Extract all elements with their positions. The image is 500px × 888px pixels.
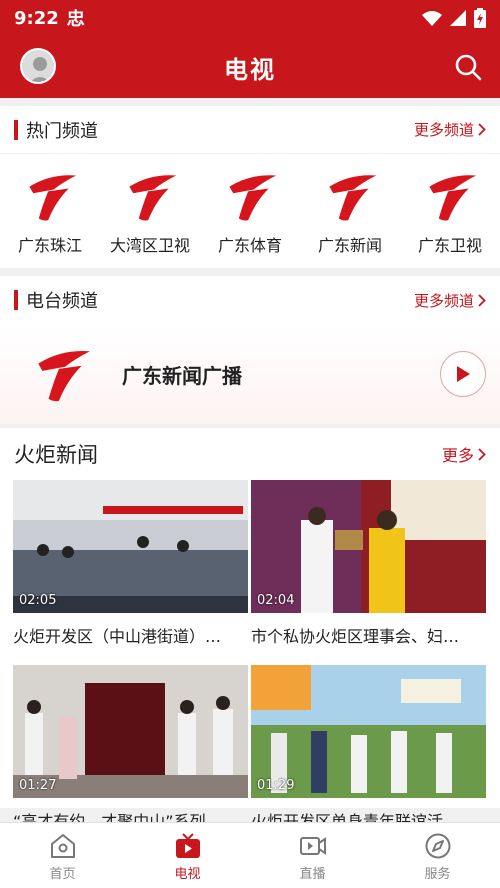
play-button[interactable] [440,351,486,397]
radio-name: 广东新闻广播 [122,363,242,388]
section-title: 电台频道 [26,291,98,312]
radio-item[interactable]: 广东新闻广播 [0,324,500,424]
channel-name: 广东卫视 [417,236,482,255]
channel-name: 广东体育 [217,236,282,255]
more-channels-label: 更多频道 [413,121,474,139]
channel-logo-icon [422,168,478,224]
search-icon[interactable] [454,53,482,81]
channel-item[interactable]: 广东卫视 [402,168,498,256]
news-card[interactable]: 01:29 火炬开发区单身青年联谊活… [251,665,486,832]
news-card[interactable]: 02:05 火炬开发区（中山港街道）… [13,480,248,647]
radio-channels-section: 电台频道 更多频道 广东新闻广播 [0,276,500,424]
news-header: 火炬新闻 更多 [0,428,500,480]
tab-live[interactable]: 直播 [250,823,375,888]
status-bar: 9:22 忠 [0,0,500,36]
news-caption: 市个私协火炬区理事会、妇… [251,627,460,646]
app-header: 电视 [0,36,500,98]
section-title: 火炬新闻 [14,443,98,467]
notification-icon: 忠 [66,9,85,30]
channel-name: 广东珠江 [17,236,82,255]
more-news-label: 更多 [441,446,474,465]
status-time: 9:22 [14,7,59,29]
section-accent-bar [14,290,18,310]
radio-logo-icon [30,343,92,405]
video-duration: 02:04 [257,593,295,608]
battery-icon [474,8,486,28]
avatar[interactable] [20,48,56,84]
channel-item[interactable]: 广东珠江 [2,168,98,256]
video-thumbnail: 02:04 [251,480,486,613]
tab-tv[interactable]: 电视 [125,823,250,888]
live-icon [299,837,326,855]
more-news-link[interactable]: 更多 [442,442,486,466]
home-icon [50,834,75,858]
channel-name: 广东新闻 [317,236,382,255]
news-card[interactable]: 02:04 市个私协火炬区理事会、妇… [251,480,486,647]
channel-name: 大湾区卫视 [109,236,190,255]
tab-service[interactable]: 服务 [375,823,500,888]
channel-item[interactable]: 大湾区卫视 [102,168,198,256]
tv-icon [175,833,200,858]
video-duration: 01:27 [19,778,57,793]
tab-home[interactable]: 首页 [0,823,125,888]
video-thumbnail: 01:27 [13,665,248,798]
channel-logo-icon [22,168,78,224]
hot-channels-header: 热门频道 更多频道 [0,106,500,154]
hot-channels-section: 热门频道 更多频道 广东珠江 大湾区卫视 广东体育 广东新闻 广东卫视 [0,106,500,268]
more-channels-link[interactable]: 更多频道 [414,119,486,140]
news-card[interactable]: 01:27 “高才有约，才聚中山”系列… [13,665,248,832]
bottom-tab-bar: 首页 电视 直播 服务 [0,822,500,888]
news-section: 火炬新闻 更多 02:05 火炬开发区（中山港街道）… 02:04 市个私协火炬… [0,428,500,831]
video-duration: 01:29 [257,778,295,793]
more-radio-label: 更多频道 [413,291,474,310]
tab-label: 直播 [299,867,326,882]
video-thumbnail: 02:05 [13,480,248,613]
channel-logo-icon [122,168,178,224]
radio-channels-header: 电台频道 更多频道 [0,276,500,324]
video-duration: 02:05 [19,593,57,608]
tab-label: 首页 [49,867,76,882]
chevron-right-icon [478,293,486,307]
section-title: 热门频道 [26,120,98,142]
page-title: 电视 [224,55,276,84]
channel-item[interactable]: 广东新闻 [302,168,398,256]
news-caption: 火炬开发区（中山港街道）… [13,627,222,646]
video-thumbnail: 01:29 [251,665,486,798]
chevron-right-icon [478,447,486,461]
channel-logo-icon [222,168,278,224]
section-accent-bar [14,119,18,140]
play-icon [457,366,470,382]
channel-item[interactable]: 广东体育 [202,168,298,256]
chevron-right-icon [478,123,486,136]
compass-icon [425,833,450,859]
tab-label: 服务 [424,867,451,882]
wifi-icon [422,11,442,26]
channel-logo-icon [322,168,378,224]
tab-label: 电视 [174,867,201,882]
signal-icon [450,10,466,26]
more-radio-link[interactable]: 更多频道 [414,290,486,311]
